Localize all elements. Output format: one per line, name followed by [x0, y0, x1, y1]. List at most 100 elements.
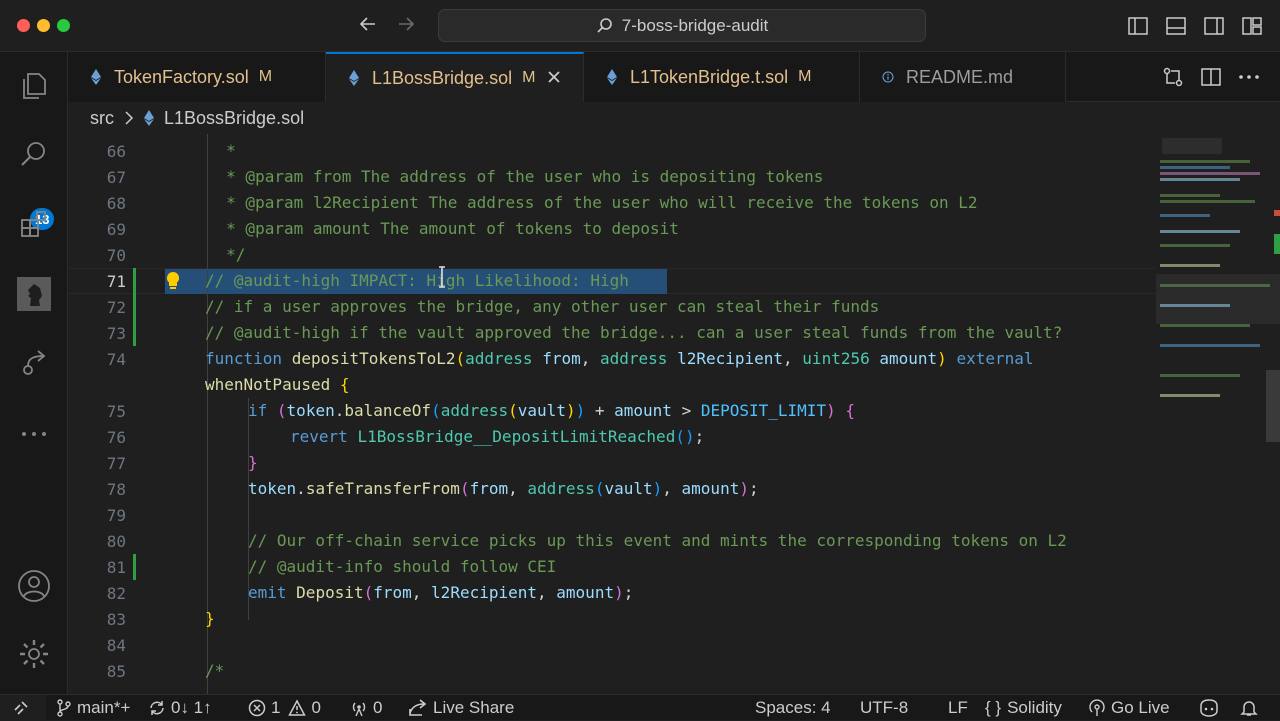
modified-badge: M [798, 68, 812, 85]
code-line: /* [205, 661, 225, 680]
ethereum-icon [606, 69, 618, 85]
settings-gear-icon[interactable] [14, 634, 54, 674]
remote-icon[interactable] [14, 344, 54, 384]
error-icon [248, 699, 266, 717]
tab-l1tokenbridge-test[interactable]: L1TokenBridge.t.sol M [584, 52, 860, 102]
code-line: token.safeTransferFrom(from, address(vau… [248, 479, 759, 498]
toggle-secondary-sidebar-icon[interactable] [1203, 15, 1225, 37]
notifications-bell-icon[interactable] [1240, 695, 1263, 721]
info-icon [882, 68, 894, 86]
live-share-button[interactable]: Live Share [408, 695, 514, 721]
branch-indicator[interactable]: main*+ [56, 695, 130, 721]
lightbulb-icon[interactable] [165, 271, 181, 291]
code-line: } [248, 453, 258, 472]
line-number-current: 71 [106, 272, 126, 291]
account-icon[interactable] [14, 566, 54, 606]
breadcrumb-folder[interactable]: src [90, 108, 114, 129]
line-number: 66 [106, 142, 126, 161]
tab-l1bossbridge[interactable]: L1BossBridge.sol M [326, 52, 584, 102]
code-line: * [178, 141, 236, 160]
tab-label: L1BossBridge.sol [372, 67, 513, 88]
code-editor[interactable]: 66 67 68 69 70 71 72 73 74 75 76 77 78 7… [68, 134, 1156, 694]
more-icon[interactable] [14, 414, 54, 454]
code-line: emit Deposit(from, l2Recipient, amount); [248, 583, 634, 602]
text-cursor-icon [439, 266, 445, 288]
line-number: 75 [106, 402, 126, 421]
chevron-right-icon [124, 111, 134, 125]
language-mode-indicator[interactable]: { } Solidity [985, 695, 1062, 721]
code-line: // if a user approves the bridge, any ot… [205, 297, 880, 316]
arrow-right-icon[interactable] [396, 14, 416, 40]
line-number: 78 [106, 480, 126, 499]
sync-status: 0↓ 1↑ [171, 698, 212, 717]
remote-icon [13, 701, 28, 715]
ports-indicator[interactable]: 0 [350, 695, 382, 721]
code-line: function depositTokensToL2(address from,… [205, 349, 1034, 368]
indentation-indicator[interactable]: Spaces: 4 [755, 695, 831, 721]
line-number: 73 [106, 324, 126, 343]
line-number: 82 [106, 584, 126, 603]
line-number: 81 [106, 558, 126, 577]
eol-indicator[interactable]: LF [948, 695, 968, 721]
remote-indicator[interactable] [0, 695, 46, 721]
error-marker [1274, 210, 1280, 216]
line-number: 84 [106, 636, 126, 655]
encoding-indicator[interactable]: UTF-8 [860, 695, 908, 721]
tab-readme[interactable]: README.md [860, 52, 1066, 102]
ethereum-icon [90, 69, 102, 85]
broadcast-icon [1089, 699, 1105, 716]
arrow-left-icon[interactable] [358, 14, 378, 40]
code-line: revert L1BossBridge__DepositLimitReached… [290, 427, 705, 446]
close-window-button[interactable] [17, 19, 30, 32]
close-icon[interactable] [547, 68, 561, 89]
error-count: 1 [271, 698, 281, 717]
ports-count: 0 [373, 698, 383, 717]
tab-tokenfactory[interactable]: TokenFactory.sol M [68, 52, 326, 102]
copilot-icon[interactable] [1198, 695, 1225, 721]
avatar-icon[interactable] [14, 274, 54, 314]
minimap[interactable] [1156, 134, 1280, 694]
line-number: 76 [106, 428, 126, 447]
tab-label: README.md [906, 66, 1014, 87]
scrollbar-thumb[interactable] [1266, 370, 1280, 442]
code-line: // @audit-info should follow CEI [248, 557, 557, 576]
code-line: * @param amount The amount of tokens to … [178, 219, 679, 238]
sync-icon [150, 701, 164, 715]
more-actions-icon[interactable] [1238, 74, 1260, 80]
ethereum-icon [348, 70, 360, 86]
problems-indicator[interactable]: 1 0 [248, 695, 321, 721]
minimize-window-button[interactable] [37, 19, 50, 32]
search-icon[interactable] [14, 134, 54, 174]
git-change-marker [1274, 234, 1280, 254]
branch-name: main*+ [77, 698, 131, 717]
line-number: 83 [106, 610, 126, 629]
maximize-window-button[interactable] [57, 19, 70, 32]
customize-layout-icon[interactable] [1241, 15, 1263, 37]
toggle-primary-sidebar-icon[interactable] [1127, 15, 1149, 37]
radio-tower-icon [352, 702, 366, 717]
code-line: * @param from The address of the user wh… [178, 167, 824, 186]
git-modified-marker [133, 554, 136, 580]
toggle-panel-icon[interactable] [1165, 15, 1187, 37]
line-number: 67 [106, 168, 126, 187]
line-number: 79 [106, 506, 126, 525]
command-center-search[interactable]: 7-boss-bridge-audit [438, 9, 926, 42]
line-number: 68 [106, 194, 126, 213]
minimap-slider[interactable] [1156, 274, 1280, 324]
breadcrumb-file[interactable]: L1BossBridge.sol [164, 108, 304, 129]
git-compare-icon[interactable] [1162, 66, 1184, 88]
title-bar: 7-boss-bridge-audit [0, 0, 1280, 52]
go-live-button[interactable]: Go Live [1088, 695, 1170, 721]
modified-badge: M [522, 69, 536, 86]
warning-icon [288, 699, 307, 716]
code-line: * @param l2Recipient The address of the … [178, 193, 978, 212]
live-share-icon [409, 699, 427, 716]
extensions-icon[interactable] [14, 204, 54, 244]
split-editor-icon[interactable] [1200, 66, 1222, 88]
line-number: 77 [106, 454, 126, 473]
explorer-icon[interactable] [14, 66, 54, 106]
language-label: Solidity [1007, 698, 1062, 717]
code-line: */ [178, 245, 246, 264]
code-line: if (token.balanceOf(address(vault)) + am… [248, 401, 855, 420]
sync-indicator[interactable]: 0↓ 1↑ [148, 695, 212, 721]
